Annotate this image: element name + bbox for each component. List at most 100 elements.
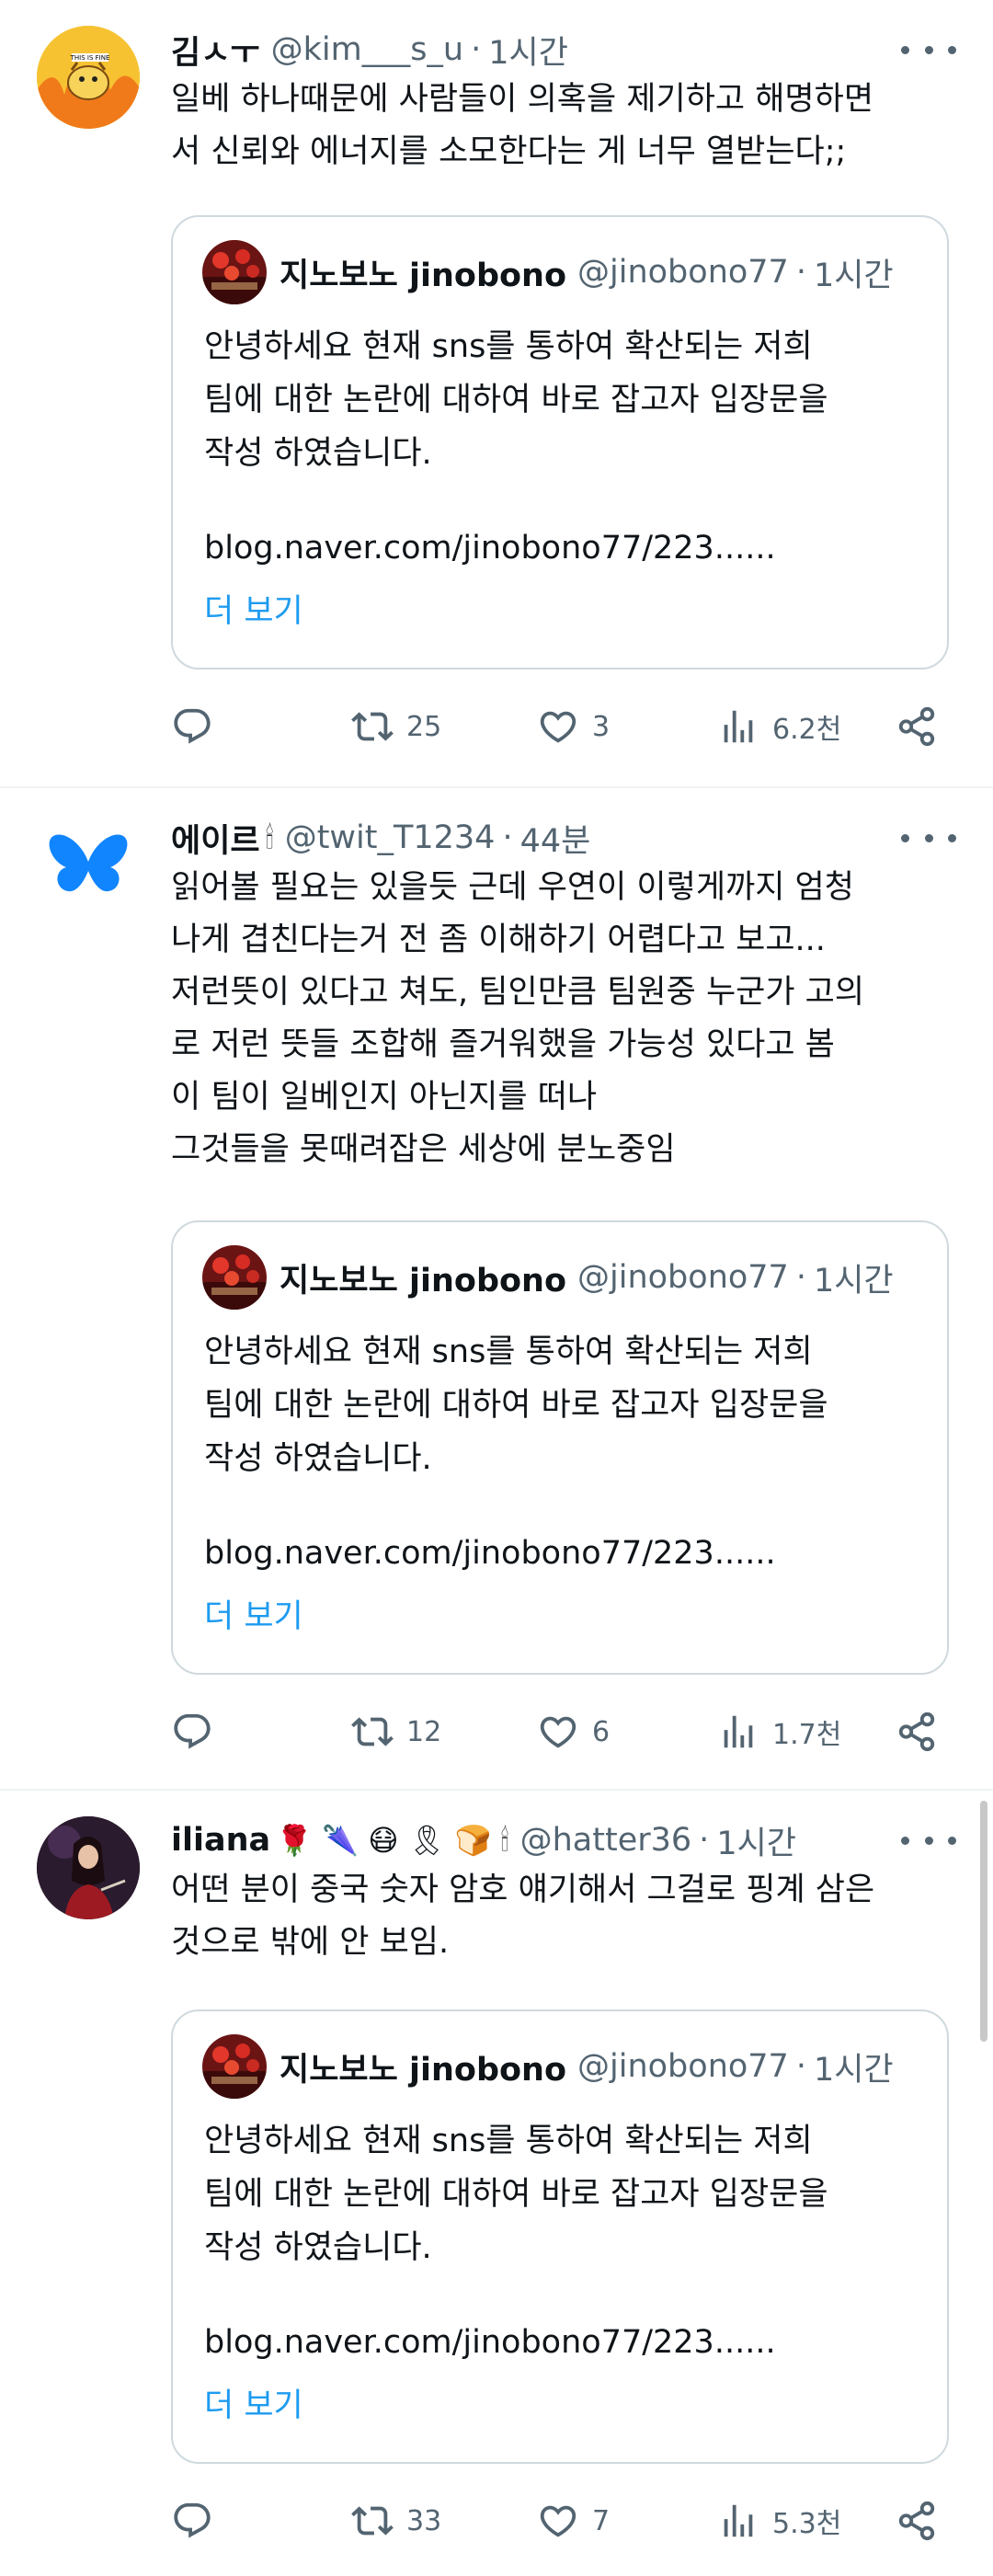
more-options-button[interactable] (901, 1822, 956, 1859)
name-emojis: 🌹 🌂 😷 🎗 🍞 🕯 (276, 1822, 509, 1858)
like-button[interactable]: 6 (537, 1704, 610, 1759)
views-icon (717, 2500, 759, 2542)
reply-icon (171, 2500, 213, 2542)
quote-timestamp: 1시간 (813, 2051, 894, 2089)
views-button[interactable]: 6.2천 (717, 699, 841, 754)
tweet[interactable]: iliana 🌹 🌂 😷 🎗 🍞 🕯 @hatter36 · 1시간 어떤 분이… (0, 1791, 993, 2576)
heart-icon (537, 705, 579, 748)
heart-icon (537, 2500, 579, 2542)
quote-timestamp: 1시간 (813, 257, 894, 294)
timestamp[interactable]: 1시간 (488, 27, 568, 74)
quote-display-name: 지노보노 jinobono (280, 257, 567, 294)
quote-text: 안녕하세요 현재 sns를 통하여 확산되는 저희 팀에 대한 논란에 대하여 … (204, 328, 828, 472)
quote-user-handle: @jinobono77 (577, 1259, 789, 1296)
display-name[interactable]: iliana (171, 1822, 270, 1859)
timestamp[interactable]: 1시간 (716, 1817, 796, 1864)
quote-user-handle: @jinobono77 (577, 254, 789, 291)
reply-button[interactable] (171, 699, 226, 754)
show-more-link[interactable]: 더 보기 (204, 2379, 303, 2426)
separator-dot: · (699, 1822, 710, 1859)
action-bar: 25 3 6.2천 (171, 699, 958, 754)
share-icon (896, 1711, 938, 1753)
quoted-tweet[interactable]: 지노보노 jinobono @jinobono77 · 1시간 안녕하세요 현재… (171, 215, 949, 670)
heart-icon (537, 1711, 579, 1753)
views-icon (717, 705, 759, 748)
more-options-button[interactable] (901, 819, 956, 856)
share-icon (896, 2500, 938, 2542)
share-button[interactable] (896, 2493, 938, 2548)
views-icon (717, 1711, 759, 1753)
quote-text: 안녕하세요 현재 sns를 통하여 확산되는 저희 팀에 대한 논란에 대하여 … (204, 1334, 828, 1477)
separator-dot: · (795, 254, 806, 291)
quote-timestamp: 1시간 (813, 1262, 894, 1299)
view-count: 5.3천 (772, 2508, 842, 2540)
quoted-tweet[interactable]: 지노보노 jinobono @jinobono77 · 1시간 안녕하세요 현재… (171, 1220, 949, 1675)
retweet-icon (351, 705, 394, 748)
retweet-count: 12 (406, 1715, 442, 1748)
timestamp[interactable]: 44분 (520, 815, 591, 862)
separator-dot: · (795, 1259, 806, 1296)
retweet-icon (351, 1711, 394, 1753)
view-count: 1.7천 (772, 1719, 842, 1751)
avatar[interactable]: THIS IS FINE (37, 26, 140, 129)
tweet[interactable]: THIS IS FINE 김ㅅㅜ @kim___s_u · 1시간 일베 하나때… (0, 0, 993, 787)
tweet-header: iliana 🌹 🌂 😷 🎗 🍞 🕯 @hatter36 · 1시간 (171, 1813, 956, 1868)
display-name[interactable]: 에이르 (171, 815, 260, 862)
like-count: 3 (592, 710, 611, 743)
views-button[interactable]: 1.7천 (717, 1704, 841, 1759)
retweet-button[interactable]: 12 (351, 1704, 441, 1759)
retweet-count: 25 (406, 710, 442, 743)
user-handle[interactable]: @hatter36 (520, 1822, 692, 1859)
show-more-link[interactable]: 더 보기 (204, 585, 303, 632)
quote-avatar (202, 2034, 267, 2099)
like-button[interactable]: 3 (537, 699, 610, 754)
tweet-header: 김ㅅㅜ @kim___s_u · 1시간 (171, 22, 956, 77)
view-count: 6.2천 (772, 714, 842, 746)
retweet-button[interactable]: 25 (351, 699, 441, 754)
more-options-button[interactable] (901, 31, 956, 68)
tweet-text: 일베 하나때문에 사람들이 의혹을 제기하고 해명하면 서 신뢰와 에너지를 소… (171, 81, 874, 170)
tweet-text: 읽어볼 필요는 있을듯 근데 우연이 이렇게까지 엄청 나게 겹친다는거 전 좀… (171, 869, 865, 1168)
reply-button[interactable] (171, 1704, 226, 1759)
separator-dot: · (471, 31, 482, 68)
tweet-text: 어떤 분이 중국 숫자 암호 얘기해서 그걸로 핑계 삼은 것으로 밖에 안 보… (171, 1872, 875, 1961)
quote-user-handle: @jinobono77 (577, 2048, 789, 2085)
quote-link[interactable]: blog.naver.com/jinobono77/223...... (204, 530, 776, 567)
action-bar: 12 6 1.7천 (171, 1704, 958, 1759)
quote-display-name: 지노보노 jinobono (280, 1262, 567, 1299)
tweet-header: 에이르 🕯 @twit_T1234 · 44분 (171, 810, 956, 865)
like-count: 7 (592, 2504, 611, 2537)
show-more-link[interactable]: 더 보기 (204, 1590, 303, 1637)
share-icon (896, 705, 938, 748)
reply-icon (171, 1711, 213, 1753)
like-button[interactable]: 7 (537, 2493, 610, 2548)
candle-emoji: 🕯 (265, 819, 274, 855)
quote-display-name: 지노보노 jinobono (280, 2051, 567, 2089)
quoted-tweet[interactable]: 지노보노 jinobono @jinobono77 · 1시간 안녕하세요 현재… (171, 2009, 949, 2464)
share-button[interactable] (896, 1704, 938, 1759)
display-name[interactable]: 김ㅅㅜ (171, 27, 260, 74)
avatar[interactable] (37, 1816, 140, 1919)
like-count: 6 (592, 1715, 611, 1748)
separator-dot: · (502, 819, 513, 856)
user-handle[interactable]: @kim___s_u (271, 31, 464, 68)
quote-text: 안녕하세요 현재 sns를 통하여 확산되는 저희 팀에 대한 논란에 대하여 … (204, 2123, 828, 2266)
quote-link[interactable]: blog.naver.com/jinobono77/223...... (204, 1535, 776, 1572)
reply-button[interactable] (171, 2493, 226, 2548)
reply-icon (171, 705, 213, 748)
user-handle[interactable]: @twit_T1234 (285, 819, 496, 856)
retweet-button[interactable]: 33 (351, 2493, 441, 2548)
quote-avatar (202, 1245, 267, 1310)
retweet-count: 33 (406, 2504, 442, 2537)
avatar-caption: THIS IS FINE (70, 54, 110, 62)
separator-dot: · (795, 2048, 806, 2085)
share-button[interactable] (896, 699, 938, 754)
views-button[interactable]: 5.3천 (717, 2493, 841, 2548)
avatar[interactable] (37, 814, 140, 917)
retweet-icon (351, 2500, 394, 2542)
action-bar: 33 7 5.3천 (171, 2493, 958, 2548)
quote-link[interactable]: blog.naver.com/jinobono77/223...... (204, 2324, 776, 2361)
scrollbar[interactable] (980, 1801, 987, 2042)
quote-avatar (202, 240, 267, 304)
tweet[interactable]: 에이르 🕯 @twit_T1234 · 44분 읽어볼 필요는 있을듯 근데 우… (0, 788, 993, 1791)
